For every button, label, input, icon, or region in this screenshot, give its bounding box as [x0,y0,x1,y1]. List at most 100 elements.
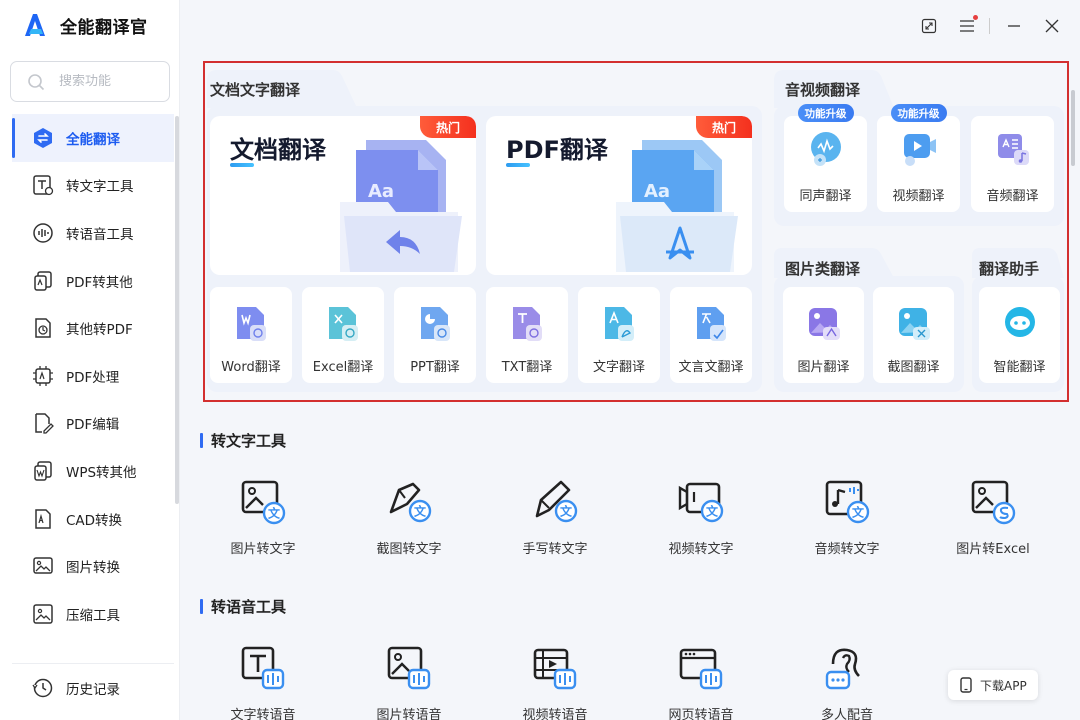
sidebar-item-wps-to-other[interactable]: WPS转其他 [12,447,174,495]
tile-label: 图片翻译 [797,360,850,375]
word-doc-icon [237,307,266,341]
text-tool-icon [33,175,54,196]
sidebar-item-compress[interactable]: 压缩工具 [12,590,174,638]
doc-section-title: 文档文字翻译 [210,81,301,99]
webpage-to-speech-icon [679,648,723,690]
tool-video-to-speech[interactable]: 视频转语音 [500,644,610,720]
search-box[interactable] [10,61,170,102]
doc-translate-card[interactable]: 文档翻译 热门 Aa [210,116,476,275]
history-icon [32,678,53,697]
window-controls [905,12,1066,40]
sidebar-item-pdf-to-other[interactable]: PDF转其他 [12,257,174,305]
svg-text:Aa: Aa [368,181,394,202]
svg-text:Aa: Aa [644,181,670,202]
multi-voice-icon [825,648,860,690]
search-input[interactable] [59,74,159,89]
download-app-label: 下载APP [980,678,1027,693]
sidebar-item-label: 转文字工具 [66,179,134,196]
tool-multi-voice-dubbing[interactable]: 多人配音 [792,644,902,720]
tile-smart-translate[interactable]: 智能翻译 [979,287,1060,383]
tile-label: 视频翻译 [892,189,945,204]
screenshot-translate-icon [898,308,930,340]
tile-label: 文字翻译 [592,360,645,375]
tile-image-translate[interactable]: 图片翻译 [783,287,864,383]
sidebar-scrollbar[interactable] [175,116,179,504]
tool-image-to-speech[interactable]: 图片转语音 [354,644,464,720]
upgrade-badge: 功能升级 [797,104,854,122]
phone-icon [960,677,972,693]
close-icon [1045,19,1059,33]
tile-label: PPT翻译 [410,360,460,375]
tool-label: 截图转文字 [376,542,442,557]
pdf-convert-icon [34,270,52,291]
video-to-speech-icon [533,648,577,690]
tool-text-to-speech[interactable]: 文字转语音 [208,644,318,720]
sidebar-item-pdf-edit[interactable]: PDF编辑 [12,400,174,448]
tile-label: TXT翻译 [501,360,553,375]
robot-assistant-icon [1004,307,1035,337]
assistant-section-title: 翻译助手 [979,260,1040,278]
compress-icon [33,603,53,624]
sidebar-item-all-translate[interactable]: 全能翻译 [12,114,174,162]
tool-screenshot-to-text[interactable]: 文 截图转文字 [354,478,464,557]
mini-mode-button[interactable] [915,12,943,40]
tile-audio-translate[interactable]: 音频翻译 [971,116,1054,212]
tile-ppt-translate[interactable]: PPT翻译 [394,287,476,383]
pdf-folder-icon: Aa [616,140,738,272]
tool-image-to-text[interactable]: 文 图片转文字 [208,478,318,557]
tile-excel-translate[interactable]: Excel翻译 [302,287,384,383]
tile-text-translate[interactable]: 文字翻译 [578,287,660,383]
audio-to-text-icon: 文 [825,480,870,524]
main-scrollbar[interactable] [1071,90,1075,166]
tool-label: 音频转文字 [814,542,880,557]
tile-screenshot-translate[interactable]: 截图翻译 [873,287,954,383]
tile-video-translate[interactable]: 功能升级 视频翻译 [877,104,960,212]
image-to-text-icon: 文 [241,480,286,525]
to-pdf-icon [35,318,51,338]
text-tools-title: 转文字工具 [200,430,286,451]
sidebar-item-text-tools[interactable]: 转文字工具 [12,162,174,210]
text-doc-icon [605,307,634,341]
tool-image-to-excel[interactable]: 图片转Excel [938,478,1048,557]
download-app-button[interactable]: 下载APP [948,670,1038,700]
sidebar-item-pdf-process[interactable]: PDF处理 [12,352,174,400]
sidebar-item-history[interactable]: 历史记录 [12,663,174,711]
tool-label: 视频转文字 [668,542,734,557]
tile-simultaneous-translate[interactable]: 功能升级 同声翻译 [784,104,867,212]
sidebar-item-voice-tools[interactable]: 转语音工具 [12,209,174,257]
tool-label: 图片转语音 [376,708,442,720]
shrink-icon [921,18,937,34]
tile-label: 智能翻译 [993,360,1046,375]
svg-text:文: 文 [560,504,573,519]
tool-video-to-text[interactable]: 文 视频转文字 [646,478,756,557]
sidebar-item-image-convert[interactable]: 图片转换 [12,542,174,590]
sidebar-item-label: 转语音工具 [66,226,134,243]
search-icon [28,73,45,90]
sidebar-item-label: PDF编辑 [66,417,120,434]
menu-button[interactable] [953,12,981,40]
tool-handwriting-to-text[interactable]: 文 手写转文字 [500,478,610,557]
ppt-doc-icon [421,307,450,341]
tile-classical-translate[interactable]: 文言文翻译 [670,287,752,383]
pdf-edit-icon [35,413,54,435]
tile-txt-translate[interactable]: TXT翻译 [486,287,568,383]
video-to-text-icon: 文 [678,482,724,523]
tile-word-translate[interactable]: Word翻译 [210,287,292,383]
sidebar-nav: 全能翻译 转文字工具 转语音工具 PDF转其他 其他转PDF PDF处理 PDF… [12,114,174,638]
close-button[interactable] [1038,12,1066,40]
history-label: 历史记录 [66,681,120,698]
pdf-translate-card[interactable]: PDF翻译 热门 Aa [486,116,752,275]
txt-doc-icon [513,307,542,341]
title-underline [506,163,530,167]
tool-webpage-to-speech[interactable]: 网页转语音 [646,644,756,720]
sidebar-item-cad-convert[interactable]: CAD转换 [12,495,174,543]
image-to-excel-icon [971,480,1016,525]
classical-chinese-icon [697,307,726,341]
tool-label: 文字转语音 [230,708,296,720]
svg-text:文: 文 [706,504,719,519]
sidebar-item-other-to-pdf[interactable]: 其他转PDF [12,304,174,352]
upgrade-badge: 功能升级 [890,104,947,122]
tool-audio-to-text[interactable]: 文 音频转文字 [792,478,902,557]
menu-icon [960,20,974,32]
minimize-button[interactable] [1000,12,1028,40]
